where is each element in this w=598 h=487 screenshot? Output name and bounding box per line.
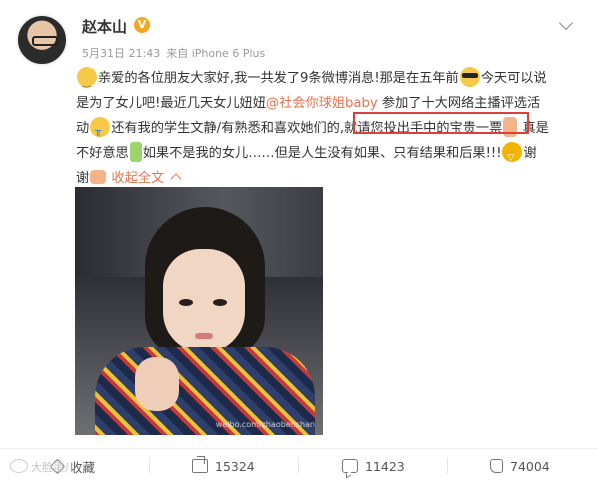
repost-icon	[192, 459, 208, 473]
post-text-segment: 如果不是我的女儿……但是人生没有如果、只有结果和后果!!!	[142, 146, 502, 161]
post-text-segment: 不好意思	[76, 146, 129, 161]
post-text-segment: 是为了女儿吧!最近几天女儿妞妞	[76, 96, 266, 111]
post-text-segment: 谢	[76, 171, 90, 186]
repost-count: 15324	[215, 458, 255, 474]
repost-button[interactable]: 15324	[192, 449, 255, 483]
like-button[interactable]: 74004	[490, 449, 550, 483]
smile-emoji-icon	[77, 67, 97, 94]
watermark-text: 大脸蛋儿	[31, 461, 75, 474]
weibo-post-card: 赵本山 V 5月31日 21:43 来自 iPhone 6 Plus 亲爱的各位朋…	[0, 0, 598, 487]
laughing-emoji-icon	[502, 142, 523, 171]
photo-lips	[195, 333, 213, 339]
divider	[298, 458, 299, 474]
comment-button[interactable]: 11423	[342, 449, 405, 483]
grass-emoji-icon	[129, 142, 142, 162]
mention-link[interactable]: @社会你球姐baby	[266, 96, 378, 111]
chevron-down-icon[interactable]	[558, 16, 576, 34]
post-text-segment: 今天可以说	[480, 71, 547, 86]
username[interactable]: 赵本山	[82, 16, 127, 37]
post-line-1: 亲爱的各位朋友大家好,我一共发了9条微博消息!那是在五年前 今天可以说	[76, 66, 576, 94]
divider	[149, 458, 150, 474]
post-text-segment: 亲爱的各位朋友大家好,我一共发了9条微博消息!那是在五年前	[98, 71, 459, 86]
weibo-logo-icon	[10, 459, 28, 473]
thumbs-up-icon	[490, 459, 503, 473]
folded-hands-emoji-icon	[90, 170, 107, 184]
collapse-label: 收起全文	[111, 171, 165, 186]
post-text-segment: 动	[76, 121, 90, 136]
avatar[interactable]	[16, 14, 68, 66]
action-bar: 收藏 15324 11423 74004	[0, 448, 598, 483]
post-meta: 5月31日 21:43 来自 iPhone 6 Plus	[82, 45, 265, 61]
post-source[interactable]: 来自 iPhone 6 Plus	[166, 47, 265, 60]
photo-eye	[179, 299, 193, 306]
sunglasses-emoji-icon	[459, 67, 480, 87]
avatar-glasses	[32, 36, 58, 46]
photo-eye	[213, 299, 227, 306]
post-text-segment: 还有我的学生文静/有熟悉和喜欢她们的	[111, 121, 340, 136]
comment-icon	[342, 459, 358, 473]
red-highlight-box	[353, 112, 529, 134]
post-text-segment: 参加了十大网络主播评选活	[377, 96, 541, 111]
verified-badge-icon: V	[134, 17, 150, 33]
photo-hand	[135, 357, 179, 411]
post-date: 5月31日 21:43	[82, 47, 161, 60]
like-count: 74004	[510, 458, 550, 474]
comment-count: 11423	[365, 458, 405, 474]
chevron-up-icon	[170, 173, 182, 185]
collapse-text-link[interactable]: 收起全文	[111, 171, 182, 186]
photo-watermark: weibo.com/zhaobenshan	[215, 420, 315, 429]
post-text-segment: 谢	[523, 146, 537, 161]
divider	[447, 458, 448, 474]
post-line-4: 不好意思如果不是我的女儿……但是人生没有如果、只有结果和后果!!! 谢	[76, 141, 576, 171]
image-watermark: 大脸蛋儿	[10, 459, 75, 475]
crying-emoji-icon	[90, 117, 111, 144]
post-photo[interactable]: weibo.com/zhaobenshan	[75, 187, 323, 435]
